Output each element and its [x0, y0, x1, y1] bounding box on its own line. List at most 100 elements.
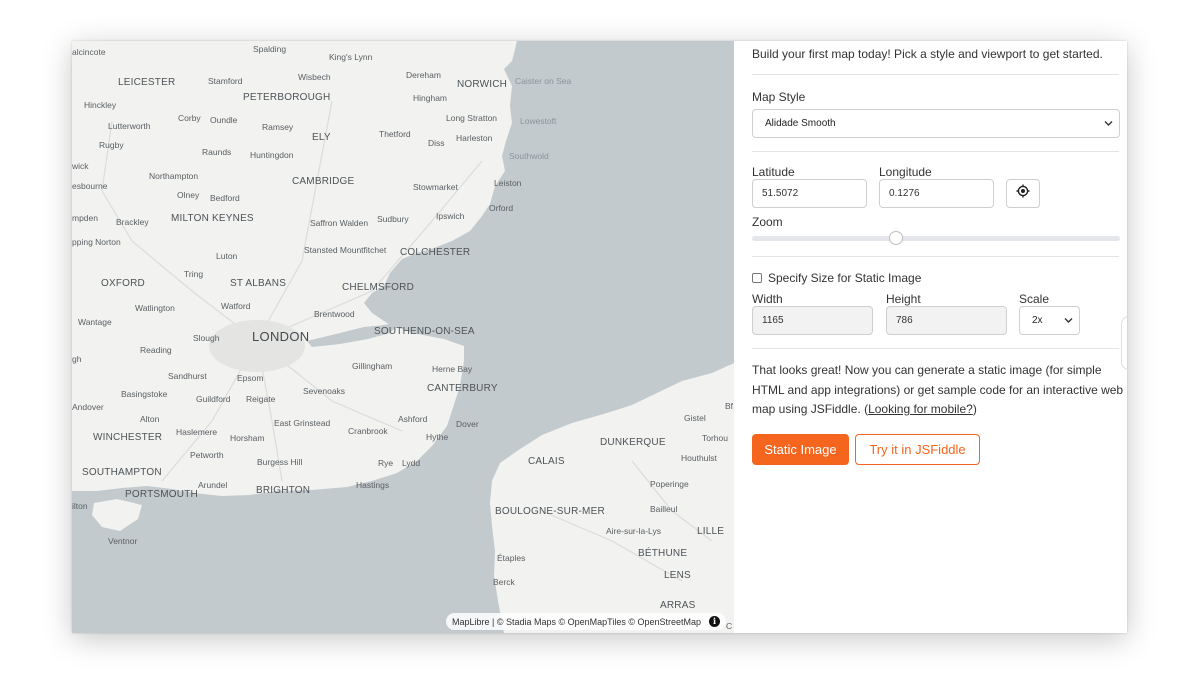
map-label: LILLE: [697, 526, 725, 537]
map-label: Ashford: [398, 414, 428, 424]
map-label: BRIGHTON: [256, 485, 311, 496]
map-label: Alton: [140, 414, 160, 424]
map-label: Corby: [178, 113, 201, 123]
map-label: ilton: [72, 501, 88, 511]
map-label: Cranbrook: [348, 426, 388, 436]
map-label: BOULOGNE-SUR-MER: [495, 506, 605, 517]
static-image-button[interactable]: Static Image: [752, 434, 849, 465]
map-view[interactable]: Spalding King's Lynn alcincote LEICESTER…: [72, 41, 734, 633]
divider: [752, 74, 1119, 75]
width-input[interactable]: 1165: [752, 306, 873, 335]
map-label: CAMBRIDGE: [292, 176, 355, 187]
map-label: Dereham: [406, 70, 441, 80]
settings-panel: Build your first map today! Pick a style…: [734, 41, 1127, 633]
france-land: [490, 363, 734, 633]
map-label: Caister on Sea: [515, 76, 572, 86]
map-label: CALAIS: [528, 456, 565, 467]
map-label: Thetford: [379, 129, 411, 139]
map-label: East Grinstead: [274, 418, 331, 428]
map-label: Sudbury: [377, 214, 409, 224]
map-label: DUNKERQUE: [600, 437, 666, 448]
map-label: Long Stratton: [446, 113, 498, 123]
map-label: Stamford: [208, 76, 243, 86]
map-label: BÉTHUNE: [638, 548, 688, 559]
map-label: C: [726, 621, 733, 631]
map-label: COLCHESTER: [400, 247, 471, 258]
map-label: Diss: [428, 138, 445, 148]
locate-button[interactable]: [1006, 179, 1040, 208]
map-label: Bailleul: [650, 504, 678, 514]
height-label: Height: [886, 292, 921, 306]
map-label: SOUTHEND-ON-SEA: [374, 326, 475, 337]
width-value: 1165: [762, 315, 784, 326]
map-label: Sevenoaks: [303, 386, 346, 396]
map-label: Andover: [72, 402, 104, 412]
map-label: Hingham: [413, 93, 448, 103]
map-label: Houthulst: [681, 453, 717, 463]
latitude-label: Latitude: [752, 165, 795, 179]
map-label: Hastings: [356, 480, 390, 490]
map-label: Huntingdon: [250, 150, 294, 160]
isle-of-wight: [92, 499, 142, 531]
longitude-label: Longitude: [879, 165, 932, 179]
map-label: Leiston: [494, 178, 522, 188]
info-icon[interactable]: i: [709, 616, 720, 627]
zoom-slider[interactable]: [752, 231, 1120, 245]
map-label: Northampton: [149, 171, 199, 181]
map-label: Tring: [184, 269, 204, 279]
map-label: Horsham: [230, 433, 265, 443]
map-label: Orford: [489, 203, 514, 213]
intro-text: Build your first map today! Pick a style…: [752, 47, 1103, 61]
map-style-value: Alidade Smooth: [765, 118, 836, 129]
map-label: Stowmarket: [413, 182, 458, 192]
map-label: Oundle: [210, 115, 238, 125]
longitude-input[interactable]: 0.1276: [879, 179, 994, 208]
mobile-link[interactable]: Looking for mobile?: [868, 402, 973, 416]
map-label: CHELMSFORD: [342, 282, 415, 293]
height-input[interactable]: 786: [886, 306, 1007, 335]
map-label: Hythe: [426, 432, 449, 442]
map-label: alcincote: [72, 47, 106, 57]
map-label: Wisbech: [298, 72, 331, 82]
map-label: OXFORD: [101, 278, 145, 289]
map-label: Stansted Mountfitchet: [304, 245, 387, 255]
map-label: gh: [72, 354, 82, 364]
latitude-input[interactable]: 51.5072: [752, 179, 867, 208]
map-label: Brentwood: [314, 309, 355, 319]
map-label: Watlington: [135, 303, 175, 313]
scale-select[interactable]: 2x: [1019, 306, 1080, 335]
map-label: Bf: [725, 401, 734, 411]
map-label: Ipswich: [436, 211, 465, 221]
map-label: Lydd: [402, 458, 421, 468]
map-label: PETERBOROUGH: [243, 92, 331, 103]
app-frame: Spalding King's Lynn alcincote LEICESTER…: [72, 41, 1127, 633]
map-label: King's Lynn: [329, 52, 373, 62]
map-label: NORWICH: [457, 79, 508, 90]
map-label: SOUTHAMPTON: [82, 467, 162, 478]
map-label: Gistel: [684, 413, 706, 423]
map-attribution[interactable]: MapLibre | © Stadia Maps © OpenMapTiles …: [445, 613, 726, 630]
jsfiddle-button[interactable]: Try it in JSFiddle: [855, 434, 980, 465]
map-label: Ramsey: [262, 122, 294, 132]
side-handle[interactable]: [1121, 316, 1127, 370]
map-label: Rye: [378, 458, 394, 468]
map-label: ST ALBANS: [230, 278, 287, 289]
map-label: Reigate: [246, 394, 276, 404]
attribution-text[interactable]: MapLibre | © Stadia Maps © OpenMapTiles …: [452, 617, 701, 627]
map-label: LEICESTER: [118, 77, 176, 88]
specify-size-checkbox[interactable]: [752, 273, 762, 283]
map-label: ARRAS: [660, 600, 696, 611]
map-label: Reading: [140, 345, 172, 355]
map-style-select[interactable]: Alidade Smooth: [752, 109, 1120, 138]
zoom-slider-thumb[interactable]: [888, 231, 903, 245]
map-label: Sandhurst: [168, 371, 207, 381]
map-label: Dover: [456, 419, 479, 429]
map-label: ELY: [312, 132, 331, 143]
map-label: Saffron Walden: [310, 218, 369, 228]
map-label: Gillingham: [352, 361, 393, 371]
result-description: That looks great! Now you can generate a…: [752, 363, 1124, 416]
map-label: Spalding: [253, 44, 287, 54]
map-label: LENS: [664, 570, 691, 581]
specify-size-label[interactable]: Specify Size for Static Image: [768, 271, 921, 285]
map-label: Guildford: [196, 394, 231, 404]
